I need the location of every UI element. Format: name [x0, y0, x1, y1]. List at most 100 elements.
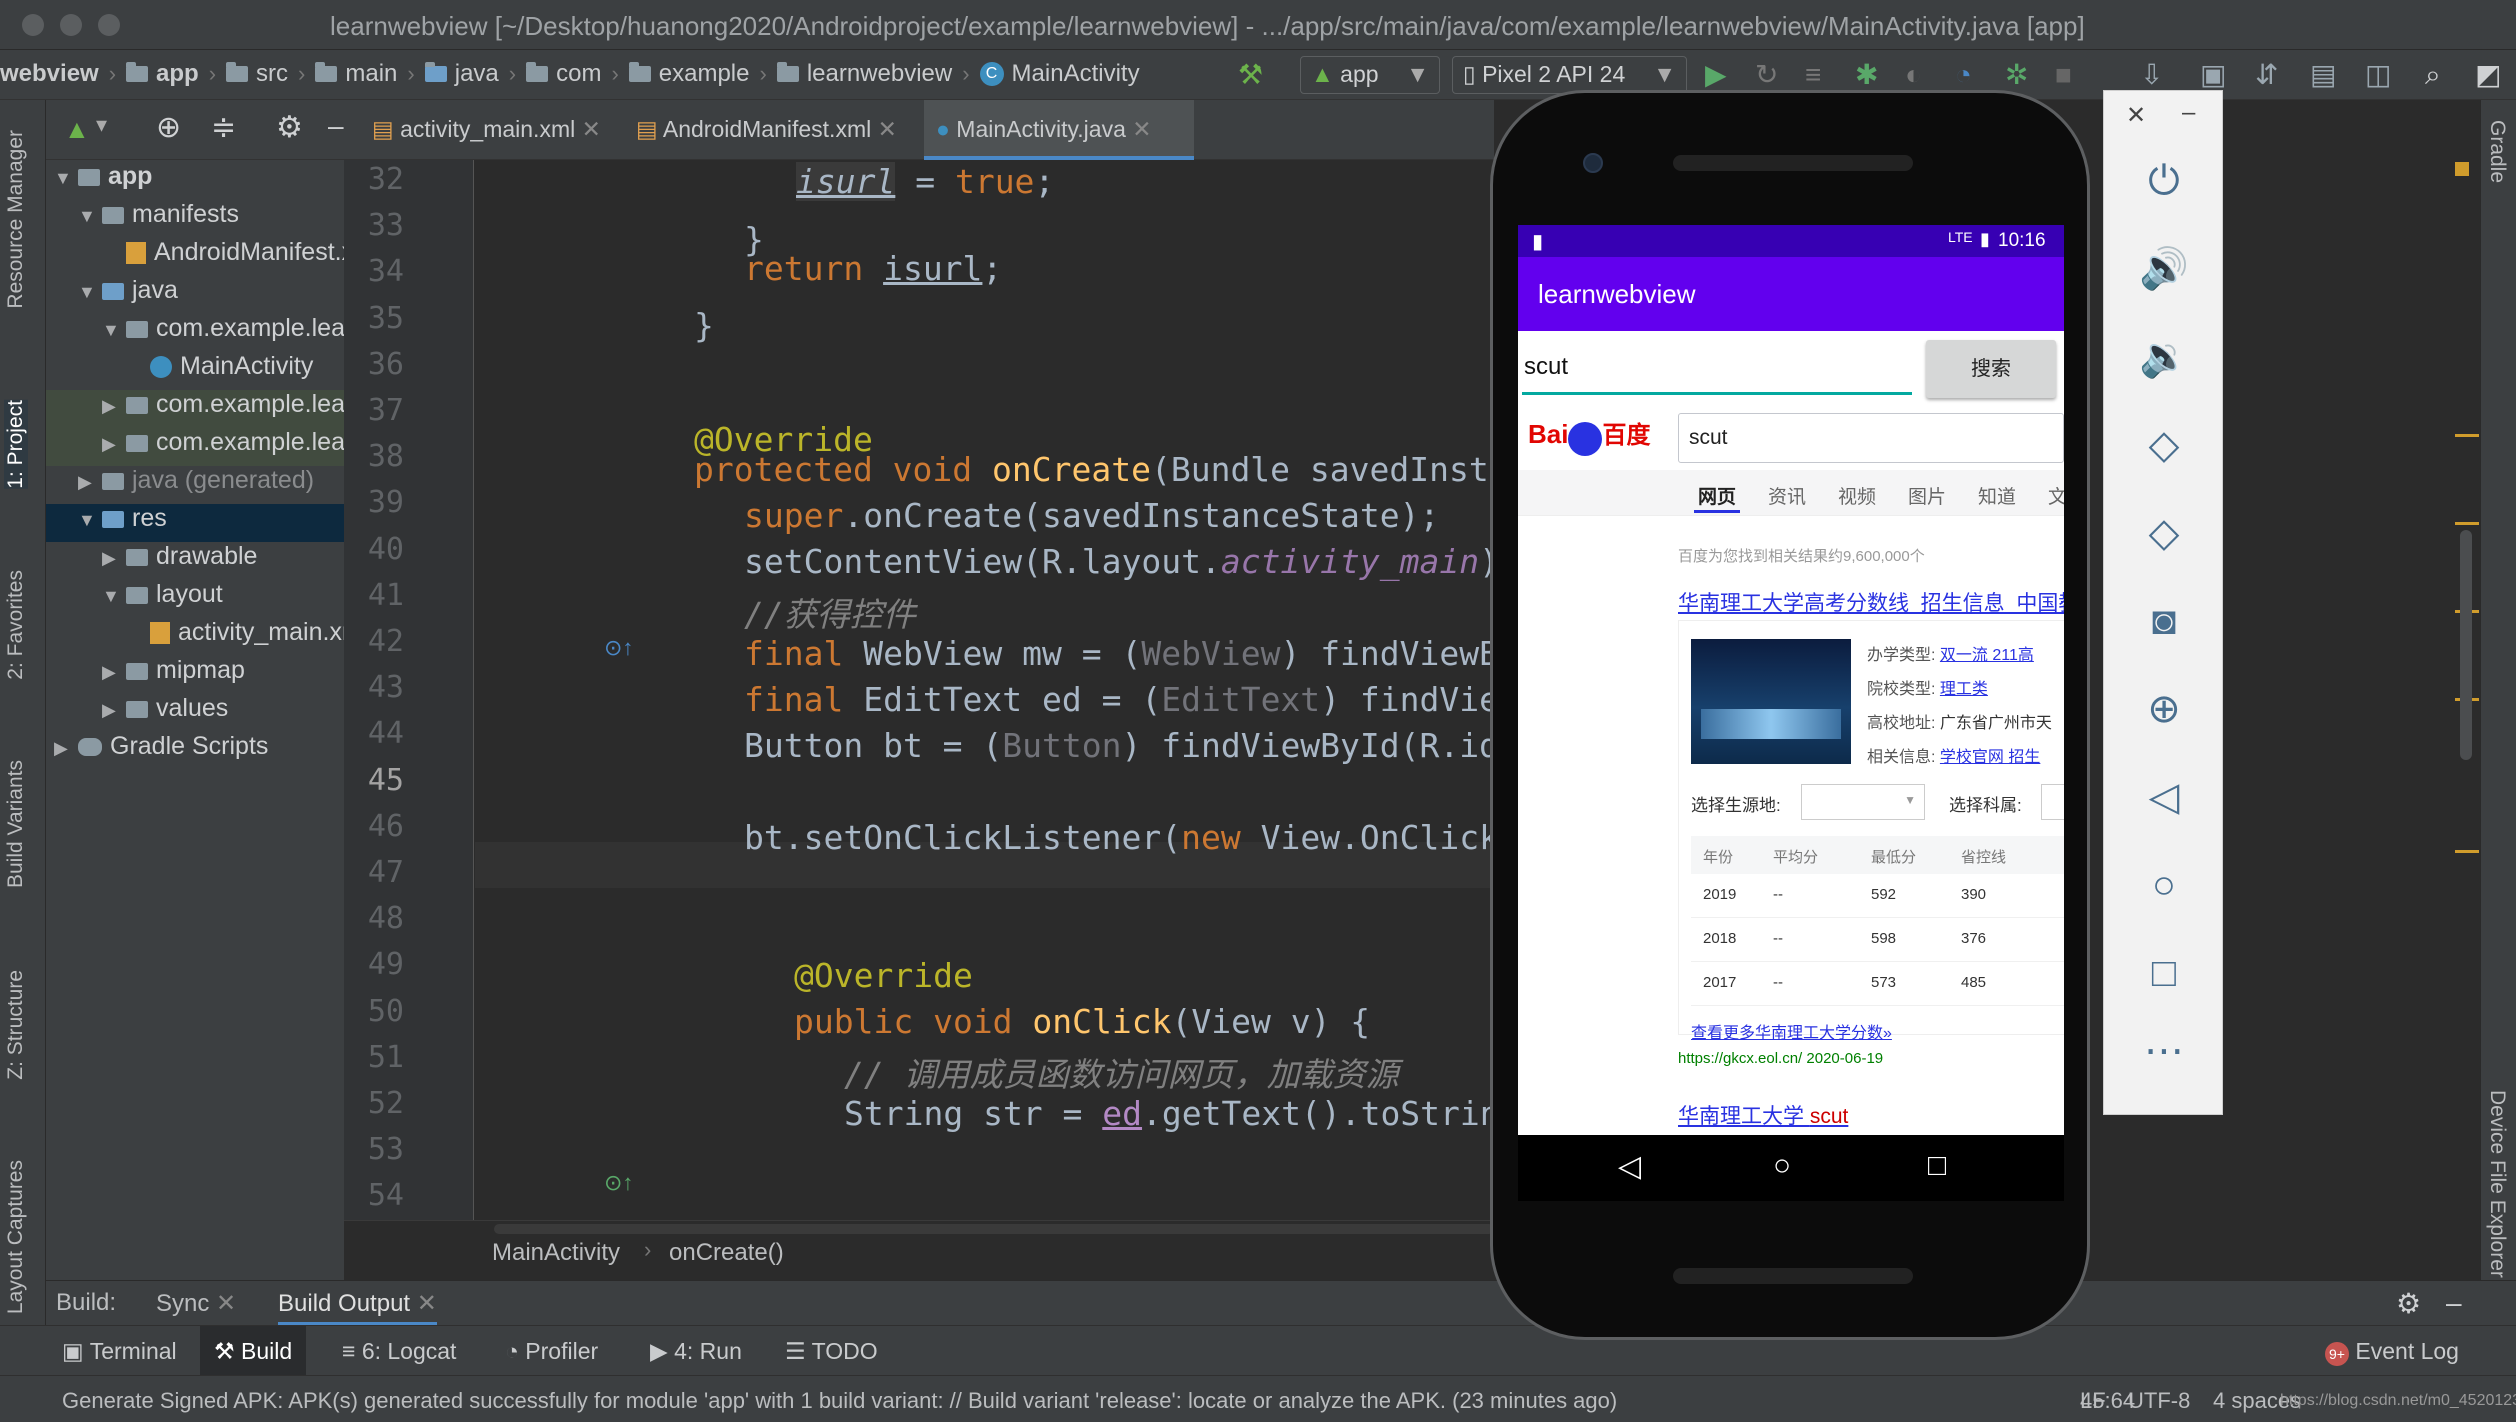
chevron-right-icon[interactable]: ▶ [54, 738, 74, 759]
line-number[interactable]: 42 [354, 624, 404, 659]
device-manager-icon[interactable]: ▤ [2310, 60, 2336, 90]
chevron-down-icon[interactable]: ▼ [102, 586, 122, 607]
hide-icon[interactable]: – [328, 110, 344, 142]
line-number[interactable]: 35 [354, 301, 404, 336]
close-icon[interactable]: ✕ [1132, 116, 1151, 142]
rotate-right-icon[interactable]: ◇ [2134, 503, 2194, 563]
tool-logcat[interactable]: ≡ 6: Logcat [342, 1338, 456, 1365]
tab-layout-captures[interactable]: Layout Captures [4, 1160, 28, 1314]
info-value-link[interactable]: 理工类 [1940, 681, 1988, 698]
line-number[interactable]: 33 [354, 208, 404, 243]
avd-manager-icon[interactable]: ▣ [2200, 60, 2226, 90]
tool-todo[interactable]: ☰ TODO [785, 1338, 878, 1365]
camera-icon[interactable]: ◙ [2134, 591, 2194, 651]
gear-icon[interactable]: ⚙ [276, 110, 303, 145]
volume-down-icon[interactable]: 🔉 [2134, 327, 2194, 387]
tree-item[interactable]: ▶ mipmap [46, 656, 344, 694]
tab-structure[interactable]: Z: Structure [4, 970, 28, 1080]
baidu-tab-images[interactable]: 图片 [1908, 482, 1946, 509]
line-number[interactable]: 41 [354, 578, 404, 613]
line-number[interactable]: 48 [354, 901, 404, 936]
chevron-right-icon[interactable]: ▶ [102, 548, 122, 569]
baidu-tab-zhidao[interactable]: 知道 [1978, 482, 2016, 509]
vertical-scrollbar[interactable] [2460, 530, 2472, 760]
info-value-link[interactable]: 学校官网 招生 [1940, 749, 2040, 766]
tool-terminal[interactable]: ▣ Terminal [62, 1338, 177, 1365]
chevron-right-icon[interactable]: ▶ [102, 396, 122, 417]
line-number[interactable]: 51 [354, 1040, 404, 1075]
origin-select[interactable]: ▼ [1801, 784, 1925, 820]
home-icon[interactable]: ○ [1773, 1149, 1791, 1183]
tab-build-variants[interactable]: Build Variants [4, 760, 28, 888]
line-number[interactable]: 37 [354, 393, 404, 428]
line-number[interactable]: 32 [354, 162, 404, 197]
sdk-manager-icon[interactable]: ⇵ [2255, 60, 2278, 90]
tool-event-log[interactable]: 9+ Event Log [2325, 1338, 2459, 1366]
close-icon[interactable]: ✕ [216, 1290, 236, 1317]
chevron-down-icon[interactable]: ▼ [54, 168, 74, 189]
tree-item[interactable]: ▶ values [46, 694, 344, 732]
line-number[interactable]: 53 [354, 1132, 404, 1167]
baidu-tab-web[interactable]: 网页 [1698, 482, 1736, 509]
webview[interactable]: Bai 百度 scut 网页 资讯 视频 图片 知道 文 百度为您找到相关结果约9… [1518, 405, 2064, 1135]
result-title-link[interactable]: 华南理工大学高考分数线_招生信息_中国教 [1678, 587, 2064, 617]
gear-icon[interactable]: ⚙ [2396, 1287, 2421, 1320]
tool-build[interactable]: ⚒ Build [200, 1326, 307, 1376]
back-icon[interactable]: ◁ [1618, 1149, 1641, 1184]
breadcrumb-example[interactable]: example [659, 60, 750, 88]
line-number[interactable]: 43 [354, 670, 404, 705]
recents-icon[interactable]: □ [1928, 1149, 1946, 1183]
tree-item[interactable]: ▶ com.example.learnwebview [46, 390, 344, 428]
tree-item[interactable]: ▼ com.example.learnwebview [46, 314, 344, 352]
close-icon[interactable]: ✕ [2126, 101, 2146, 130]
android-view-icon[interactable]: ▲ [64, 114, 90, 145]
line-number[interactable]: 46 [354, 809, 404, 844]
tool-profiler[interactable]: ◔ Profiler [505, 1338, 598, 1365]
breadcrumb-learnwebview[interactable]: learnwebview [807, 60, 952, 88]
error-stripe-mark[interactable] [2455, 434, 2479, 437]
line-separator[interactable]: LF [2080, 1388, 2106, 1414]
breadcrumb-project[interactable]: webview [0, 60, 99, 88]
minimize-window-button[interactable] [60, 14, 82, 36]
close-icon[interactable]: ✕ [417, 1290, 437, 1317]
run-config-select[interactable]: ▲ app ▼ [1300, 56, 1440, 94]
tab-gradle[interactable]: Gradle [2485, 120, 2509, 183]
tab-android-manifest[interactable]: ▤ AndroidManifest.xml ✕ [624, 100, 914, 160]
more-scores-link[interactable]: 查看更多华南理工大学分数» [1691, 1019, 1892, 1043]
rotate-left-icon[interactable]: ◇ [2134, 415, 2194, 475]
minimize-icon[interactable]: – [2182, 99, 2195, 127]
implements-marker-icon[interactable]: ⊙↑ [604, 1170, 633, 1196]
baidu-tab-news[interactable]: 资讯 [1768, 482, 1806, 509]
error-stripe-mark[interactable] [2455, 850, 2479, 853]
chevron-right-icon[interactable]: ▶ [102, 434, 122, 455]
line-number[interactable]: 38 [354, 439, 404, 474]
chevron-down-icon[interactable]: ▼ [102, 320, 122, 341]
breadcrumb-com[interactable]: com [556, 60, 601, 88]
breadcrumb-class[interactable]: MainActivity [492, 1239, 620, 1267]
more-icon[interactable]: ⋯ [2134, 1021, 2194, 1081]
chevron-down-icon[interactable]: ▾ [96, 112, 107, 138]
tab-mainactivity-java[interactable]: ● MainActivity.java ✕ [924, 100, 1194, 160]
info-value-link[interactable]: 双一流 211高 [1940, 647, 2034, 664]
status-message[interactable]: Generate Signed APK: APK(s) generated su… [62, 1388, 1617, 1414]
line-number[interactable]: 49 [354, 947, 404, 982]
chevron-down-icon[interactable]: ▼ [78, 510, 98, 531]
horizontal-scrollbar[interactable] [494, 1224, 1494, 1234]
tree-item[interactable]: activity_main.xml [46, 618, 344, 656]
stop-icon[interactable]: ■ [2055, 60, 2072, 90]
tab-favorites[interactable]: 2: Favorites [4, 570, 28, 680]
tab-sync[interactable]: Sync ✕ [156, 1289, 236, 1318]
chevron-down-icon[interactable]: ▼ [78, 282, 98, 303]
locate-icon[interactable]: ⊕ [156, 110, 181, 145]
tab-project[interactable]: 1: Project [4, 400, 28, 489]
result2-title-link[interactable]: 华南理工大学 scut [1678, 1100, 1848, 1130]
search-button[interactable]: 搜索 [1926, 340, 2056, 398]
warning-marker-icon[interactable] [2455, 162, 2469, 176]
close-window-button[interactable] [22, 14, 44, 36]
android-studio-icon[interactable]: ◩ [2475, 60, 2501, 90]
overview-icon[interactable]: □ [2134, 943, 2194, 1003]
chevron-right-icon[interactable]: ▶ [78, 472, 98, 493]
hide-icon[interactable]: – [2446, 1287, 2462, 1319]
tree-item[interactable]: MainActivity [46, 352, 344, 390]
breadcrumb-java[interactable]: java [455, 60, 499, 88]
